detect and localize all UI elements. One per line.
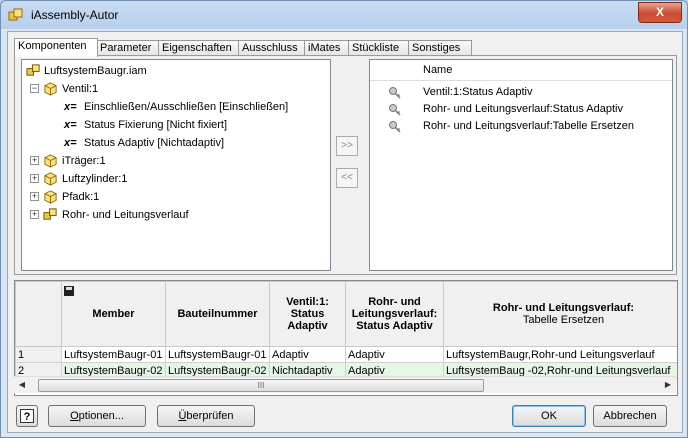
cancel-button[interactable]: Abbrechen — [593, 405, 667, 427]
column-header-rohr-status[interactable]: Rohr- und Leitungsverlauf: Status Adapti… — [345, 281, 444, 347]
dialog-window: iAssembly-Autor X Komponenten Parameter … — [0, 0, 688, 438]
tab-stueckliste[interactable]: Stückliste — [348, 40, 412, 56]
list-header: Name — [370, 60, 672, 81]
cell-member[interactable]: LuftsystemBaugr-01 — [61, 346, 166, 363]
svg-text:?: ? — [24, 411, 31, 423]
tab-komponenten[interactable]: Komponenten — [14, 38, 98, 57]
header-text: Ventil:1: — [286, 296, 329, 308]
tree-item-label: Einschließen/Ausschließen [Einschließen] — [84, 101, 289, 113]
cell-rohr-status[interactable]: Adaptiv — [345, 346, 444, 363]
key-icon — [389, 121, 401, 133]
tree-item-label: Status Adaptiv [Nichtadaptiv] — [84, 137, 225, 149]
scroll-left-icon[interactable]: ◀ — [14, 377, 30, 393]
ok-button[interactable]: OK — [512, 405, 586, 427]
header-text: Rohr- und — [368, 296, 421, 308]
tab-ausschluss[interactable]: Ausschluss — [238, 40, 308, 56]
tab-imates[interactable]: iMates — [304, 40, 352, 56]
table-corner[interactable] — [15, 281, 62, 347]
dialog-client: Komponenten Parameter Eigenschaften Auss… — [7, 31, 683, 433]
tree-item-label: Pfadk:1 — [62, 191, 100, 203]
part-cube-icon — [44, 190, 57, 204]
help-button[interactable]: ? — [16, 405, 38, 427]
options-label: ptionen... — [78, 410, 124, 422]
cell-part[interactable]: LuftsystemBaugr-01 — [165, 346, 270, 363]
expand-icon[interactable]: + — [30, 192, 39, 201]
header-text: Status — [290, 308, 325, 320]
row-number[interactable]: 1 — [15, 346, 62, 363]
cell-rohr-table[interactable]: LuftsystemBaugr,Rohr-und Leitungsverlauf — [443, 346, 677, 363]
expand-icon[interactable]: + — [30, 210, 39, 219]
collapse-icon[interactable]: − — [30, 84, 39, 93]
list-item[interactable]: Rohr- und Leitungsverlauf:Status Adaptiv — [370, 101, 670, 118]
components-panel: LuftsystemBaugr.iam − Ventil:1 x= Einsch… — [14, 55, 677, 275]
assembly-app-icon — [8, 8, 23, 21]
header-text: Leitungsverlauf: — [351, 308, 438, 320]
header-text: Tabelle Ersetzen — [522, 314, 605, 326]
horizontal-scrollbar[interactable]: ◀ III ▶ — [14, 376, 676, 393]
tab-parameter[interactable]: Parameter — [96, 40, 160, 56]
part-cube-icon — [44, 154, 57, 168]
header-text: Status Adaptiv — [356, 320, 433, 332]
add-button[interactable]: >> — [336, 136, 358, 156]
part-cube-icon — [44, 172, 57, 186]
key-column-icon — [64, 286, 74, 296]
list-item-label: Rohr- und Leitungsverlauf:Tabelle Ersetz… — [423, 120, 634, 132]
variable-x-icon: x= — [64, 137, 77, 149]
tree-root-label: LuftsystemBaugr.iam — [44, 65, 147, 77]
remove-button[interactable]: << — [336, 168, 358, 188]
assembly-icon — [43, 208, 57, 220]
key-icon — [389, 87, 401, 99]
cell-ventil[interactable]: Adaptiv — [269, 346, 346, 363]
header-text: Adaptiv — [287, 320, 328, 332]
scroll-thumb[interactable]: III — [38, 379, 484, 392]
tab-sonstiges[interactable]: Sonstiges — [408, 40, 472, 56]
column-header-rohr-table[interactable]: Rohr- und Leitungsverlauf: Tabelle Erset… — [443, 281, 677, 347]
variable-x-icon: x= — [64, 101, 77, 113]
list-item-label: Ventil:1:Status Adaptiv — [423, 86, 533, 98]
header-text: Rohr- und Leitungsverlauf: — [492, 302, 635, 314]
close-button[interactable]: X — [638, 2, 682, 23]
name-column-header[interactable]: Name — [423, 64, 452, 76]
options-mnemonic: O — [70, 410, 79, 422]
tree-item-label: Luftzylinder:1 — [62, 173, 128, 185]
assembly-icon — [26, 64, 40, 76]
expand-icon[interactable]: + — [30, 156, 39, 165]
table-header-row: Member Bauteilnummer Ventil:1: Status Ad… — [15, 281, 677, 347]
column-header-ventil[interactable]: Ventil:1: Status Adaptiv — [269, 281, 346, 347]
list-item[interactable]: Rohr- und Leitungsverlauf:Tabelle Ersetz… — [370, 118, 670, 135]
window-title: iAssembly-Autor — [31, 8, 119, 22]
column-header-member[interactable]: Member — [61, 281, 166, 347]
help-icon: ? — [20, 409, 34, 423]
header-text: Bauteilnummer — [177, 308, 258, 320]
tree-item-label: iTräger:1 — [62, 155, 106, 167]
key-icon — [389, 104, 401, 116]
list-item[interactable]: Ventil:1:Status Adaptiv — [370, 84, 670, 101]
component-tree[interactable]: LuftsystemBaugr.iam − Ventil:1 x= Einsch… — [21, 59, 331, 271]
column-header-part-number[interactable]: Bauteilnummer — [165, 281, 270, 347]
list-item-label: Rohr- und Leitungsverlauf:Status Adaptiv — [423, 103, 623, 115]
tab-eigenschaften[interactable]: Eigenschaften — [158, 40, 240, 56]
tree-item-label: Rohr- und Leitungsverlauf — [62, 209, 189, 221]
check-label: berprüfen — [186, 410, 234, 422]
tree-item-label: Status Fixierung [Nicht fixiert] — [84, 119, 228, 131]
title-bar[interactable]: iAssembly-Autor X — [1, 1, 687, 29]
part-cube-icon — [44, 82, 57, 96]
selected-keys-list[interactable]: Name Ventil:1:Status Adaptiv Rohr- und L… — [369, 59, 673, 271]
tree-item-label: Ventil:1 — [62, 83, 99, 95]
options-button[interactable]: Optionen... — [48, 405, 146, 427]
table-row[interactable]: 1 LuftsystemBaugr-01 LuftsystemBaugr-01 … — [15, 346, 677, 363]
expand-icon[interactable]: + — [30, 174, 39, 183]
scroll-right-icon[interactable]: ▶ — [660, 377, 676, 393]
variable-x-icon: x= — [64, 119, 77, 131]
check-button[interactable]: Überprüfen — [157, 405, 255, 427]
header-text: Member — [92, 308, 135, 320]
